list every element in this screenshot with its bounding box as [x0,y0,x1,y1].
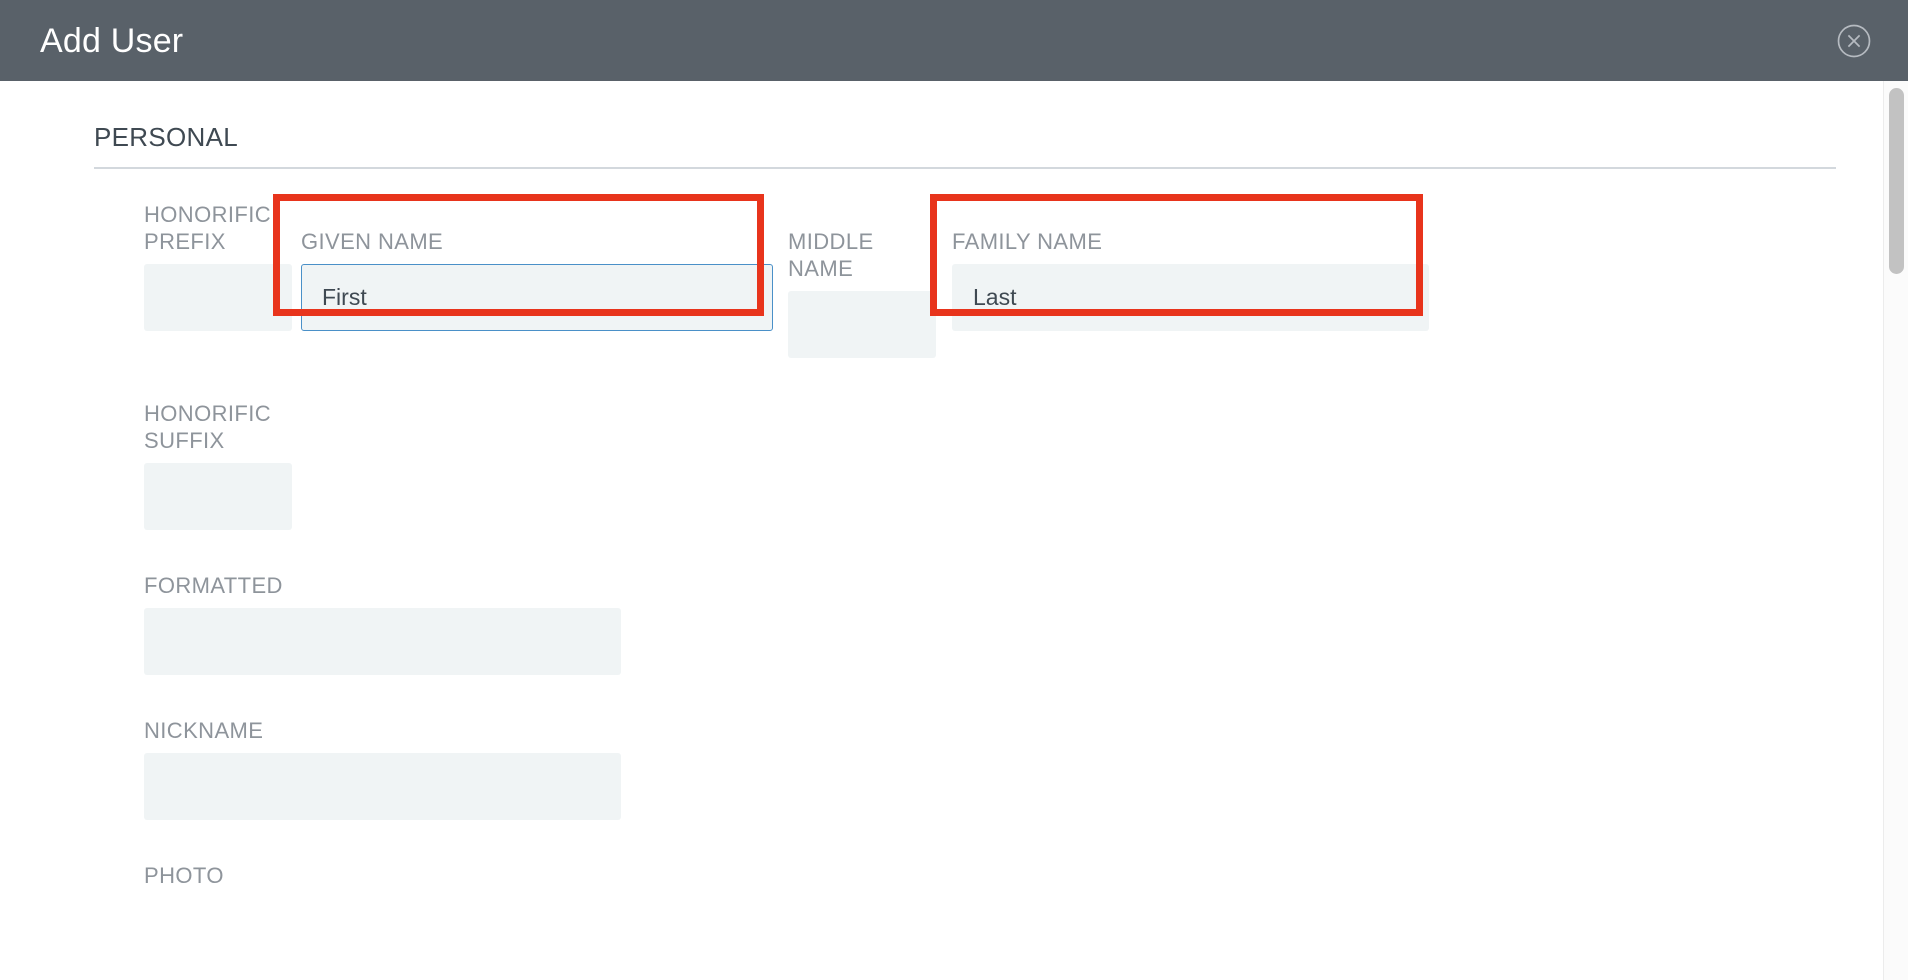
input-family-name[interactable]: Last [952,264,1429,331]
label-family-name: FAMILY NAME [952,229,1103,254]
close-button[interactable] [1832,19,1876,63]
input-honorific-suffix[interactable] [144,463,292,530]
close-circle-icon [1836,23,1872,59]
label-spacer [952,201,1429,228]
field-middle-name: MIDDLE NAME [788,201,936,358]
input-formatted[interactable] [144,608,621,675]
label-given-name: GIVEN NAME [301,229,444,254]
vertical-scrollbar[interactable] [1883,81,1908,980]
label-middle-name: MIDDLE NAME [788,229,874,281]
field-honorific-prefix: HONORIFIC PREFIX [144,201,292,331]
input-given-name[interactable]: First [301,264,773,331]
field-formatted: FORMATTED [144,572,1908,675]
name-row: HONORIFIC PREFIX GIVEN NAME First MIDDLE… [144,201,1908,358]
field-given-name: GIVEN NAME First [301,201,773,331]
label-spacer [788,201,936,228]
label-photo: PHOTO [144,863,224,888]
scrollbar-thumb[interactable] [1889,88,1904,274]
field-nickname: NICKNAME [144,717,1908,820]
page-title: Add User [40,21,184,60]
label-spacer [301,201,773,228]
input-nickname[interactable] [144,753,621,820]
personal-form: HONORIFIC PREFIX GIVEN NAME First MIDDLE… [0,201,1908,889]
modal-body: PERSONAL HONORIFIC PREFIX GIVEN NAME Fir… [0,81,1908,980]
label-honorific-prefix: HONORIFIC PREFIX [144,202,272,254]
field-family-name: FAMILY NAME Last [952,201,1429,331]
input-middle-name[interactable] [788,291,936,358]
section-title-personal: PERSONAL [94,122,239,152]
personal-section: PERSONAL [0,81,1908,169]
section-divider [94,167,1836,169]
modal-header: Add User [0,0,1908,81]
label-honorific-suffix: HONORIFIC SUFFIX [144,401,272,453]
input-honorific-prefix[interactable] [144,264,292,331]
add-user-modal: Add User PERSONAL HONORIFIC PREFIX GIVEN… [0,0,1908,980]
field-honorific-suffix: HONORIFIC SUFFIX [144,400,1908,530]
label-nickname: NICKNAME [144,718,264,743]
label-formatted: FORMATTED [144,573,283,598]
